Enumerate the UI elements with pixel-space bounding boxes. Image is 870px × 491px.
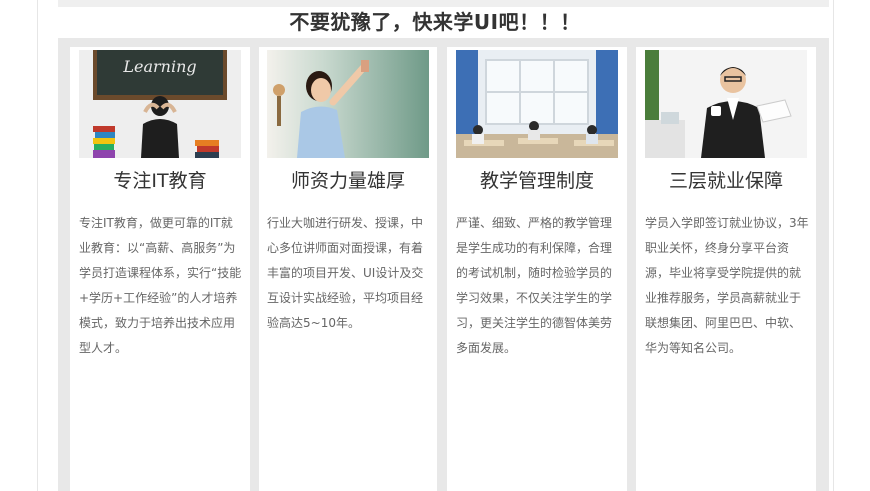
features-panel: Learning 专注IT教育 专注IT教育，做更可靠的IT就业教育：以“高薪、… (58, 38, 829, 491)
learning-blackboard-image: Learning (79, 50, 241, 158)
card-title: 专注IT教育 (113, 170, 207, 192)
card-description: 学员入学即签订就业协议，3年职业关怀，终身分享平台资源，毕业将享受学院提供的就业… (645, 216, 809, 355)
classroom-image (456, 50, 618, 158)
card-title: 教学管理制度 (479, 170, 594, 192)
top-band (58, 0, 829, 7)
card-description: 严谨、细致、严格的教学管理是学生成功的有利保障，合理的考试机制，随时检验学员的学… (456, 216, 613, 355)
feature-card-teaching-staff[interactable]: 师资力量雄厚 行业大咖进行研发、授课，中心多位讲师面对面授课，有着丰富的项目开发… (259, 47, 437, 491)
card-title: 三层就业保障 (668, 170, 783, 192)
feature-card-teaching-management[interactable]: 教学管理制度 严谨、细致、严格的教学管理是学生成功的有利保障，合理的考试机制，随… (447, 47, 627, 491)
feature-card-employment-guarantee[interactable]: 三层就业保障 学员入学即签订就业协议，3年职业关怀，终身分享平台资源，毕业将享受… (636, 47, 816, 491)
card-description: 专注IT教育，做更可靠的IT就业教育：以“高薪、高服务”为学员打造课程体系，实行… (79, 216, 242, 355)
blackboard-text: Learning (122, 57, 196, 76)
feature-card-it-education[interactable]: Learning 专注IT教育 专注IT教育，做更可靠的IT就业教育：以“高薪、… (70, 47, 250, 491)
teacher-at-board-image (267, 50, 429, 158)
card-title: 师资力量雄厚 (290, 170, 405, 192)
businessman-image (645, 50, 807, 158)
card-description: 行业大咖进行研发、授课，中心多位讲师面对面授课，有着丰富的项目开发、UI设计及交… (267, 216, 424, 330)
section-headline: 不要犹豫了，快来学UI吧！！！ (289, 10, 581, 34)
